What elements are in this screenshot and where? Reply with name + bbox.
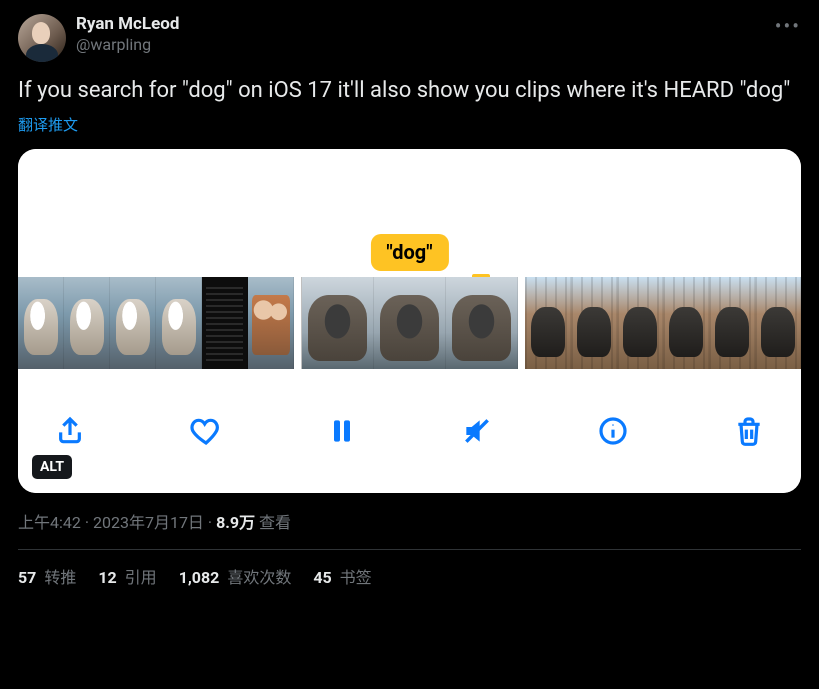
tweet-header: Ryan McLeod @warpling ••• xyxy=(18,14,801,62)
author-block[interactable]: Ryan McLeod @warpling xyxy=(76,14,179,55)
thumbnail xyxy=(663,277,709,369)
more-button[interactable]: ••• xyxy=(775,14,801,38)
thumbnail xyxy=(525,277,571,369)
divider xyxy=(18,549,801,550)
thumbnail xyxy=(446,277,518,369)
thumbnail xyxy=(374,277,446,369)
handle: @warpling xyxy=(76,35,179,55)
alt-badge[interactable]: ALT xyxy=(32,455,72,479)
pause-icon xyxy=(326,415,358,447)
clip-group-1 xyxy=(18,277,294,369)
search-term-pill: "dog" xyxy=(370,234,448,271)
likes-stat[interactable]: 1,082 喜欢次数 xyxy=(179,564,292,588)
delete-button[interactable] xyxy=(727,409,771,453)
mute-button[interactable] xyxy=(455,409,499,453)
heart-icon xyxy=(190,415,222,447)
thumbnail xyxy=(202,277,248,369)
info-icon xyxy=(597,415,629,447)
media-top: "dog" xyxy=(18,149,801,277)
tweet-stats: 57 转推 12 引用 1,082 喜欢次数 45 书签 xyxy=(18,564,801,588)
thumbnail xyxy=(755,277,801,369)
clip-gap xyxy=(518,277,526,369)
thumbnail xyxy=(18,277,64,369)
display-name: Ryan McLeod xyxy=(76,14,179,35)
media-toolbar xyxy=(18,369,801,493)
info-button[interactable] xyxy=(591,409,635,453)
time[interactable]: 上午4:42 xyxy=(18,513,81,532)
thumbnail xyxy=(110,277,156,369)
tweet-text: If you search for "dog" on iOS 17 it'll … xyxy=(18,76,801,106)
share-icon xyxy=(54,415,86,447)
tweet-container: Ryan McLeod @warpling ••• If you search … xyxy=(0,0,819,598)
translate-link[interactable]: 翻译推文 xyxy=(18,114,801,135)
views-count: 8.9万 xyxy=(216,513,255,532)
date[interactable]: 2023年7月17日 xyxy=(93,513,204,532)
thumbnail xyxy=(571,277,617,369)
trash-icon xyxy=(733,415,765,447)
tweet-meta: 上午4:42 · 2023年7月17日 · 8.9万 查看 xyxy=(18,509,801,533)
video-scrubber[interactable] xyxy=(18,277,801,369)
quotes-stat[interactable]: 12 引用 xyxy=(98,564,156,588)
thumbnail xyxy=(64,277,110,369)
retweets-stat[interactable]: 57 转推 xyxy=(18,564,76,588)
avatar[interactable] xyxy=(18,14,66,62)
thumbnail xyxy=(709,277,755,369)
thumbnail xyxy=(302,277,374,369)
speaker-mute-icon xyxy=(461,415,493,447)
thumbnail xyxy=(156,277,202,369)
clip-group-2 xyxy=(302,277,518,369)
views-label: 查看 xyxy=(255,513,291,532)
share-button[interactable] xyxy=(48,409,92,453)
thumbnail xyxy=(617,277,663,369)
bookmarks-stat[interactable]: 45 书签 xyxy=(313,564,371,588)
thumbnail xyxy=(248,277,294,369)
media-card[interactable]: "dog" xyxy=(18,149,801,493)
like-button[interactable] xyxy=(184,409,228,453)
pause-button[interactable] xyxy=(320,409,364,453)
clip-group-3 xyxy=(525,277,801,369)
clip-gap xyxy=(294,277,302,369)
